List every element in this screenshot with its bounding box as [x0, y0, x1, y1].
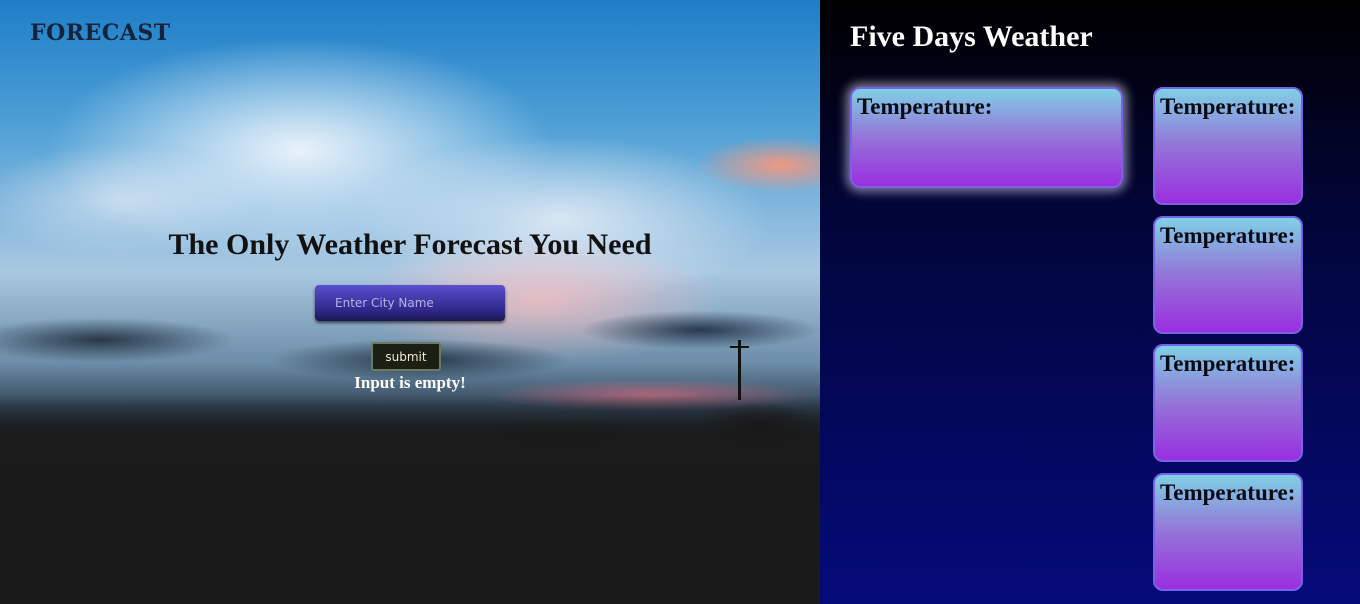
- temperature-label: Temperature:: [857, 94, 993, 119]
- today-weather-card: Temperature:: [850, 87, 1123, 188]
- forecast-day-card: Temperature:: [1153, 216, 1303, 334]
- temperature-label: Temperature:: [1160, 223, 1296, 248]
- forecast-panel: Five Days Weather Temperature: Temperatu…: [820, 0, 1360, 604]
- brand-logo[interactable]: FORECAST: [30, 20, 171, 46]
- forecast-day-card: Temperature:: [1153, 344, 1303, 462]
- forecast-day-card: Temperature:: [1153, 87, 1303, 205]
- background-treeline: [0, 395, 820, 465]
- submit-button[interactable]: submit: [371, 342, 441, 371]
- page-headline: The Only Weather Forecast You Need: [168, 228, 652, 261]
- temperature-label: Temperature:: [1160, 480, 1296, 505]
- validation-message: Input is empty!: [354, 373, 466, 392]
- city-search-input[interactable]: [315, 285, 505, 321]
- temperature-label: Temperature:: [1160, 94, 1296, 119]
- forecast-day-card: Temperature:: [1153, 473, 1303, 591]
- temperature-label: Temperature:: [1160, 351, 1296, 376]
- forecast-title: Five Days Weather: [850, 20, 1093, 53]
- hero-section: FORECAST The Only Weather Forecast You N…: [0, 0, 820, 604]
